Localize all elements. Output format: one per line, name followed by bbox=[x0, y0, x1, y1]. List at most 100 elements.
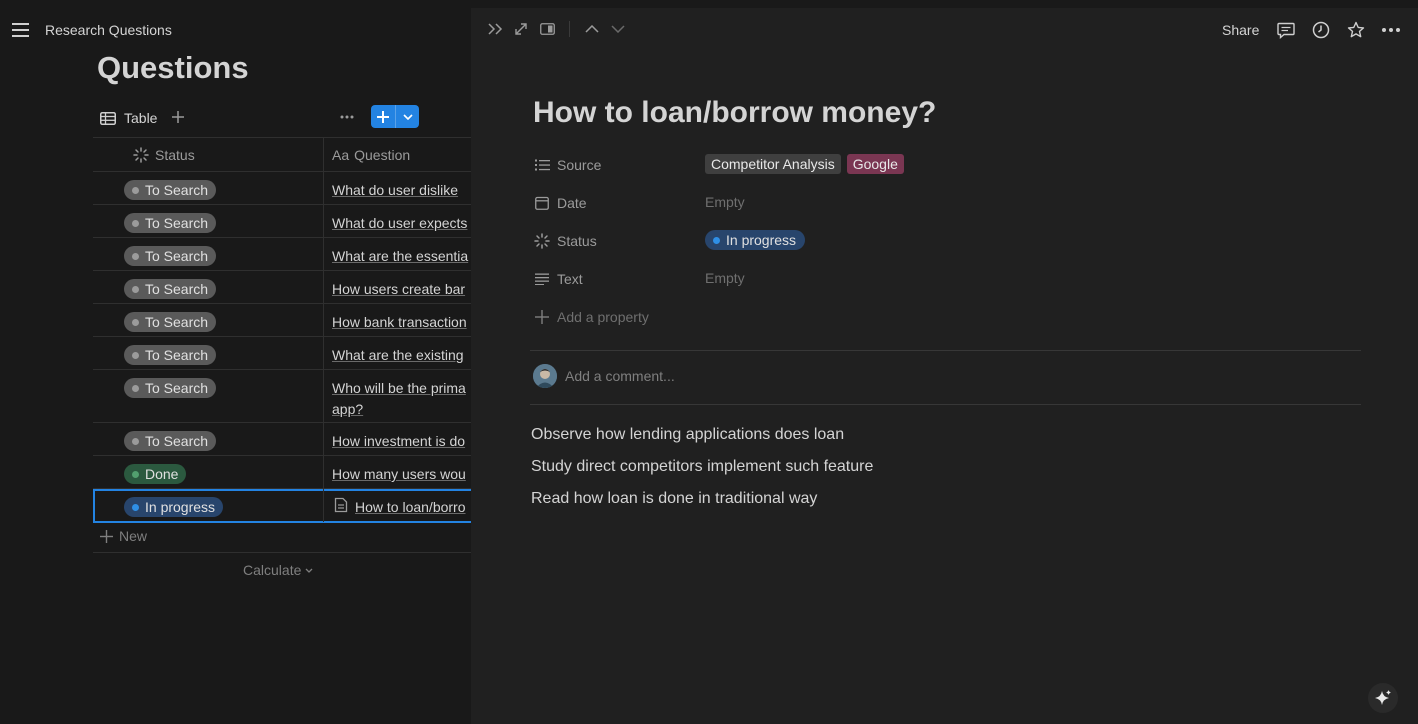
property-label: Status bbox=[557, 233, 597, 249]
calendar-icon bbox=[533, 196, 551, 210]
question-cell[interactable]: What do user expects bbox=[332, 213, 467, 234]
table-row[interactable]: To Search Who will be the prima app? bbox=[93, 370, 471, 423]
chevron-down-icon[interactable] bbox=[396, 105, 419, 128]
property-label: Date bbox=[557, 195, 587, 211]
document-title[interactable]: How to loan/borrow money? bbox=[533, 96, 936, 130]
menu-icon[interactable] bbox=[12, 21, 30, 39]
property-label: Text bbox=[557, 271, 583, 287]
question-cell[interactable]: How to loan/borro bbox=[355, 497, 466, 518]
table-row[interactable]: To Search What do user dislike bbox=[93, 172, 471, 205]
arrow-up-icon[interactable] bbox=[584, 21, 600, 37]
new-row-label: New bbox=[119, 528, 148, 544]
divider bbox=[530, 350, 1361, 351]
database-pane: Research Questions Questions Table Statu… bbox=[0, 0, 471, 724]
property-status-value[interactable]: In progress bbox=[705, 230, 806, 250]
property-source-value[interactable]: Competitor Analysis Google bbox=[705, 154, 910, 174]
table-row[interactable]: To Search How bank transaction bbox=[93, 304, 471, 337]
view-tab-table[interactable]: Table bbox=[100, 108, 157, 128]
column-header-question[interactable]: Aa Question bbox=[324, 138, 471, 171]
source-pill[interactable]: Google bbox=[846, 154, 904, 174]
property-label: Source bbox=[557, 157, 602, 173]
add-new-row-button[interactable]: New bbox=[100, 528, 147, 544]
question-cell[interactable]: Who will be the prima app? bbox=[332, 378, 471, 420]
sparkle-icon bbox=[1374, 689, 1392, 707]
status-tag[interactable]: Done bbox=[124, 464, 187, 484]
peek-toolbar-right bbox=[1277, 21, 1401, 39]
plus-icon bbox=[100, 529, 113, 543]
table-row[interactable]: To Search How users create bar bbox=[93, 271, 471, 304]
text-type-icon: Aa bbox=[332, 147, 350, 163]
status-tag[interactable]: To Search bbox=[124, 345, 217, 365]
add-view-plus-icon[interactable] bbox=[170, 109, 186, 125]
ai-assistant-button[interactable] bbox=[1368, 683, 1398, 713]
question-cell[interactable]: How investment is do bbox=[332, 431, 465, 452]
chevron-down-icon bbox=[305, 568, 313, 573]
clock-icon[interactable] bbox=[1312, 21, 1330, 39]
share-button[interactable]: Share bbox=[1222, 22, 1259, 38]
property-date[interactable]: Date bbox=[533, 191, 587, 215]
plus-icon[interactable] bbox=[371, 105, 396, 128]
question-cell[interactable]: How users create bar bbox=[332, 279, 465, 300]
more-icon[interactable] bbox=[338, 109, 356, 125]
property-status[interactable]: Status bbox=[533, 229, 597, 253]
avatar bbox=[533, 364, 557, 388]
body-paragraph[interactable]: Study direct competitors implement such … bbox=[531, 458, 873, 476]
status-tag[interactable]: To Search bbox=[124, 279, 217, 299]
lines-icon bbox=[533, 273, 551, 285]
column-header-status[interactable]: Status bbox=[93, 138, 324, 171]
star-icon[interactable] bbox=[1347, 21, 1365, 39]
breadcrumb[interactable]: Research Questions bbox=[45, 22, 172, 38]
status-tag[interactable]: To Search bbox=[124, 431, 217, 451]
list-icon bbox=[533, 159, 551, 171]
page-title: Questions bbox=[97, 50, 249, 85]
status-tag[interactable]: To Search bbox=[124, 213, 217, 233]
comment-icon[interactable] bbox=[1277, 21, 1295, 39]
plus-icon bbox=[533, 310, 551, 324]
new-record-button[interactable] bbox=[371, 105, 419, 128]
property-date-value[interactable]: Empty bbox=[705, 194, 745, 210]
status-tag[interactable]: To Search bbox=[124, 312, 217, 332]
question-cell[interactable]: What are the existing bbox=[332, 345, 464, 366]
view-tab-label: Table bbox=[124, 110, 158, 126]
comment-input[interactable]: Add a comment... bbox=[533, 364, 675, 388]
question-cell[interactable]: What are the essentia bbox=[332, 246, 468, 267]
question-cell[interactable]: What do user dislike bbox=[332, 180, 458, 201]
column-header-label: Status bbox=[155, 147, 195, 163]
table-row[interactable]: Done How many users wou bbox=[93, 456, 471, 489]
status-tag[interactable]: To Search bbox=[124, 246, 217, 266]
table-row[interactable]: To Search How investment is do bbox=[93, 423, 471, 456]
property-text-value[interactable]: Empty bbox=[705, 270, 745, 286]
side-peek-icon[interactable] bbox=[539, 21, 555, 37]
table-row[interactable]: To Search What do user expects bbox=[93, 205, 471, 238]
source-pill[interactable]: Competitor Analysis bbox=[705, 154, 841, 174]
table-row[interactable]: To Search What are the existing bbox=[93, 337, 471, 370]
comment-placeholder: Add a comment... bbox=[565, 368, 675, 384]
table-icon bbox=[100, 111, 116, 125]
arrow-down-icon[interactable] bbox=[610, 21, 626, 37]
table-row-selected[interactable]: In progress How to loan/borro bbox=[93, 489, 471, 523]
side-peek-panel: Share How to loan/borrow money? Source C… bbox=[471, 8, 1418, 724]
body-paragraph[interactable]: Read how loan is done in traditional way bbox=[531, 490, 817, 508]
expand-icon[interactable] bbox=[513, 21, 529, 37]
question-cell[interactable]: How bank transaction bbox=[332, 312, 467, 333]
property-source[interactable]: Source bbox=[533, 153, 601, 177]
calculate-label: Calculate bbox=[243, 562, 302, 578]
calculate-button[interactable]: Calculate bbox=[243, 562, 313, 578]
property-text[interactable]: Text bbox=[533, 267, 583, 291]
status-tag[interactable]: In progress bbox=[124, 497, 224, 517]
add-property-button[interactable]: Add a property bbox=[533, 305, 649, 329]
status-tag[interactable]: In progress bbox=[705, 230, 806, 250]
divider bbox=[530, 404, 1361, 405]
peek-toolbar-left bbox=[487, 21, 626, 37]
status-icon bbox=[133, 147, 149, 163]
status-tag[interactable]: To Search bbox=[124, 180, 217, 200]
database-table: Status Aa Question To Search What do user… bbox=[93, 137, 471, 523]
table-row[interactable]: To Search What are the essentia bbox=[93, 238, 471, 271]
divider bbox=[93, 552, 471, 553]
question-cell[interactable]: How many users wou bbox=[332, 464, 466, 485]
body-paragraph[interactable]: Observe how lending applications does lo… bbox=[531, 426, 844, 444]
status-icon bbox=[533, 233, 551, 249]
double-chevron-right-icon[interactable] bbox=[487, 21, 503, 37]
status-tag[interactable]: To Search bbox=[124, 378, 217, 398]
more-icon[interactable] bbox=[1381, 21, 1401, 39]
